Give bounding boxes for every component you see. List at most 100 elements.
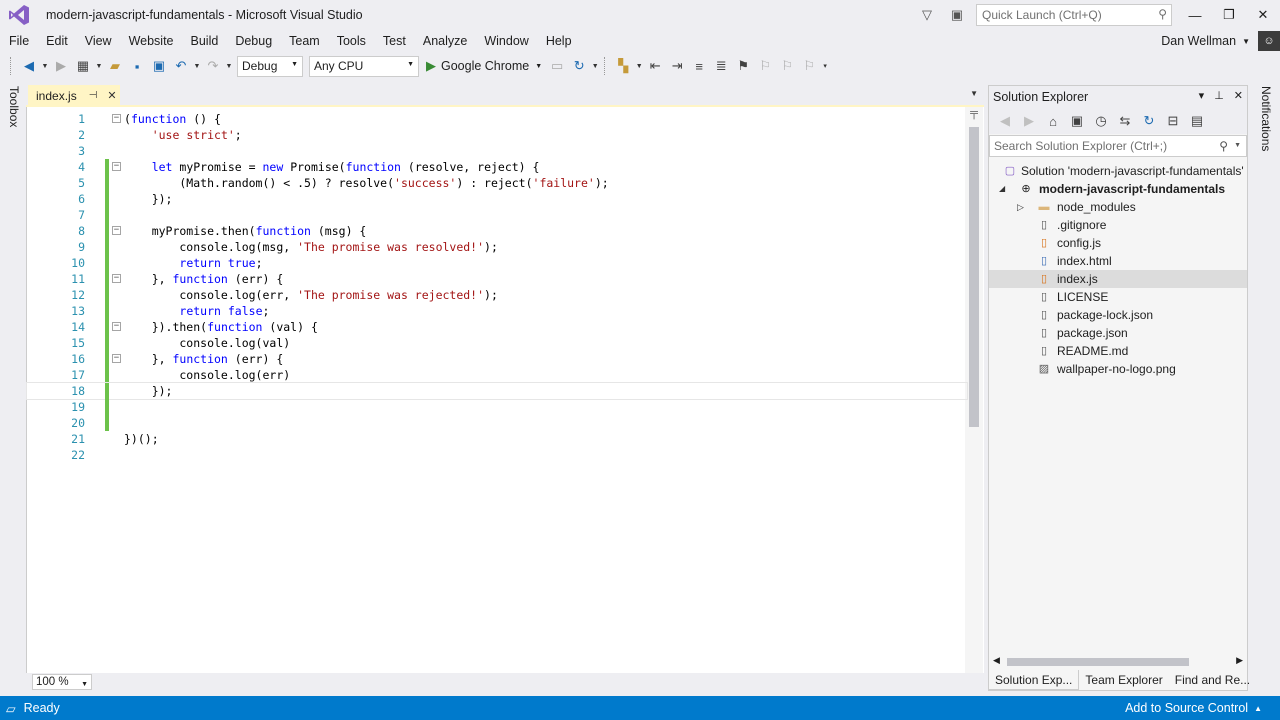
tree-item[interactable]: ▯package.json xyxy=(989,324,1247,342)
tree-item[interactable]: ▷▬node_modules xyxy=(989,198,1247,216)
zoom-select[interactable]: 100 % ▼ xyxy=(32,674,92,690)
switch-views-icon[interactable]: ▣ xyxy=(1067,113,1087,129)
code-line[interactable]: 12 console.log(err, 'The promise was rej… xyxy=(27,287,967,303)
menu-help[interactable]: Help xyxy=(537,30,580,52)
close-icon[interactable]: ✕ xyxy=(1234,89,1243,102)
toolbar-options-icon[interactable]: ▾ xyxy=(820,55,830,77)
tab-list-dropdown-icon[interactable]: ▼ xyxy=(970,89,978,98)
solution-configuration-select[interactable]: Debug ▼ xyxy=(237,56,303,77)
collapse-icon[interactable]: − xyxy=(112,322,121,331)
browser-link-icon[interactable]: ▭ xyxy=(546,55,568,77)
back-icon[interactable]: ◀ xyxy=(995,113,1015,129)
menu-edit[interactable]: Edit xyxy=(37,30,76,52)
code-line[interactable]: 21})(); xyxy=(27,431,967,447)
solution-explorer-search-input[interactable]: Search Solution Explorer (Ctrl+;) ⚲ ▼ xyxy=(989,135,1247,157)
code-line[interactable]: 10 return true; xyxy=(27,255,967,271)
code-line[interactable]: 9 console.log(msg, 'The promise was reso… xyxy=(27,239,967,255)
close-button[interactable]: ✕ xyxy=(1246,0,1280,30)
filter-icon[interactable]: ▽ xyxy=(912,0,942,30)
code-line[interactable]: 5 (Math.random() < .5) ? resolve('succes… xyxy=(27,175,967,191)
scroll-right-icon[interactable]: ▶ xyxy=(1236,655,1243,666)
menu-website[interactable]: Website xyxy=(120,30,182,52)
code-line[interactable]: 20 xyxy=(27,415,967,431)
chevron-down-icon[interactable]: ▼ xyxy=(634,55,644,77)
quick-launch-input[interactable]: Quick Launch (Ctrl+Q) ⚲ xyxy=(976,4,1172,26)
forward-icon[interactable]: ▶ xyxy=(1019,113,1039,129)
indent-icon[interactable]: ⇥ xyxy=(666,55,688,77)
chevron-down-icon[interactable]: ▼ xyxy=(40,55,50,77)
tab-team-explorer[interactable]: Team Explorer xyxy=(1079,670,1168,690)
menu-test[interactable]: Test xyxy=(374,30,414,52)
pending-changes-filter-icon[interactable]: ◷ xyxy=(1091,113,1111,129)
tree-item[interactable]: ▯LICENSE xyxy=(989,288,1247,306)
tree-item[interactable]: ▯index.html xyxy=(989,252,1247,270)
uncomment-icon[interactable]: ≣ xyxy=(710,55,732,77)
user-account[interactable]: Dan Wellman ▼ ☺ xyxy=(1161,30,1280,52)
clear-bookmarks-icon[interactable]: ⚐ xyxy=(798,55,820,77)
source-control-button[interactable]: Add to Source Control ▲ xyxy=(1125,696,1262,720)
code-line[interactable]: 2 'use strict'; xyxy=(27,127,967,143)
tree-item[interactable]: ▯README.md xyxy=(989,342,1247,360)
code-line[interactable]: 18 }); xyxy=(27,383,967,399)
feedback-icon[interactable]: ▣ xyxy=(942,0,972,30)
collapse-icon[interactable]: − xyxy=(112,114,121,123)
new-project-icon[interactable]: ▦ xyxy=(72,55,94,77)
minimize-button[interactable]: — xyxy=(1178,0,1212,30)
tab-index-js[interactable]: index.js ⊣ ✕ xyxy=(28,85,120,106)
code-line[interactable]: 6 }); xyxy=(27,191,967,207)
chevron-down-icon[interactable]: ▼ xyxy=(224,55,234,77)
sync-with-document-icon[interactable]: ⇆ xyxy=(1115,113,1135,129)
code-line[interactable]: 14− }).then(function (val) { xyxy=(27,319,967,335)
home-icon[interactable]: ⌂ xyxy=(1043,114,1063,129)
collapsed-triangle-icon[interactable]: ▷ xyxy=(1017,198,1024,216)
pin-icon[interactable]: ⊣ xyxy=(89,90,98,101)
code-line[interactable]: 8− myPromise.then(function (msg) { xyxy=(27,223,967,239)
comment-icon[interactable]: ≡ xyxy=(688,55,710,77)
chevron-down-icon[interactable]: ▼ xyxy=(1234,142,1241,149)
avatar-icon[interactable]: ☺ xyxy=(1258,31,1280,51)
chevron-down-icon[interactable]: ▼ xyxy=(590,55,600,77)
tree-item[interactable]: ▯config.js xyxy=(989,234,1247,252)
split-editor-icon[interactable]: ╤ xyxy=(965,107,983,123)
open-folder-icon[interactable]: ▰ xyxy=(104,55,126,77)
close-icon[interactable]: ✕ xyxy=(107,89,116,102)
collapse-icon[interactable]: − xyxy=(112,274,121,283)
scroll-left-icon[interactable]: ◀ xyxy=(993,655,1000,666)
refresh-icon[interactable]: ↻ xyxy=(1139,113,1159,129)
code-line[interactable]: 3 xyxy=(27,143,967,159)
code-line[interactable]: 16− }, function (err) { xyxy=(27,351,967,367)
code-line[interactable]: 17 console.log(err) xyxy=(27,367,967,383)
toolbar-grip[interactable] xyxy=(10,57,14,75)
menu-analyze[interactable]: Analyze xyxy=(414,30,475,52)
code-line[interactable]: 7 xyxy=(27,207,967,223)
menu-window[interactable]: Window xyxy=(475,30,536,52)
redo-icon[interactable]: ↷ xyxy=(202,55,224,77)
outdent-icon[interactable]: ⇤ xyxy=(644,55,666,77)
scrollbar-thumb[interactable] xyxy=(969,127,979,427)
notifications-tab[interactable]: Notifications xyxy=(1252,80,1280,700)
collapse-icon[interactable]: − xyxy=(112,354,121,363)
code-line[interactable]: 19 xyxy=(27,399,967,415)
window-position-dropdown-icon[interactable]: ▾ xyxy=(1199,89,1205,102)
code-editor[interactable]: ╤ 1−(function () {2 'use strict';34− let… xyxy=(26,107,984,673)
previous-bookmark-icon[interactable]: ⚐ xyxy=(754,55,776,77)
horizontal-scrollbar[interactable]: ◀ ▶ xyxy=(989,656,1247,668)
menu-debug[interactable]: Debug xyxy=(226,30,280,52)
save-all-icon[interactable]: ▣ xyxy=(148,55,170,77)
collapse-all-icon[interactable]: ⊟ xyxy=(1163,113,1183,129)
start-debugging-button[interactable]: ▶ Google Chrome ▼ xyxy=(426,58,542,74)
menu-build[interactable]: Build xyxy=(182,30,227,52)
toolbox-tab[interactable]: Toolbox xyxy=(0,80,26,700)
show-all-files-icon[interactable]: ▤ xyxy=(1187,113,1207,129)
chevron-down-icon[interactable]: ▼ xyxy=(94,55,104,77)
menu-tools[interactable]: Tools xyxy=(328,30,374,52)
bookmark-icon[interactable]: ⚑ xyxy=(732,55,754,77)
navigate-forward-icon[interactable]: ▶ xyxy=(50,55,72,77)
menu-file[interactable]: File xyxy=(0,30,37,52)
expanded-triangle-icon[interactable]: ◢ xyxy=(999,180,1005,198)
code-line[interactable]: 15 console.log(val) xyxy=(27,335,967,351)
tree-item[interactable]: ▨wallpaper-no-logo.png xyxy=(989,360,1247,378)
tab-find-and-replace[interactable]: Find and Re... xyxy=(1169,670,1256,690)
maximize-button[interactable]: ❐ xyxy=(1212,0,1246,30)
menu-view[interactable]: View xyxy=(76,30,120,52)
